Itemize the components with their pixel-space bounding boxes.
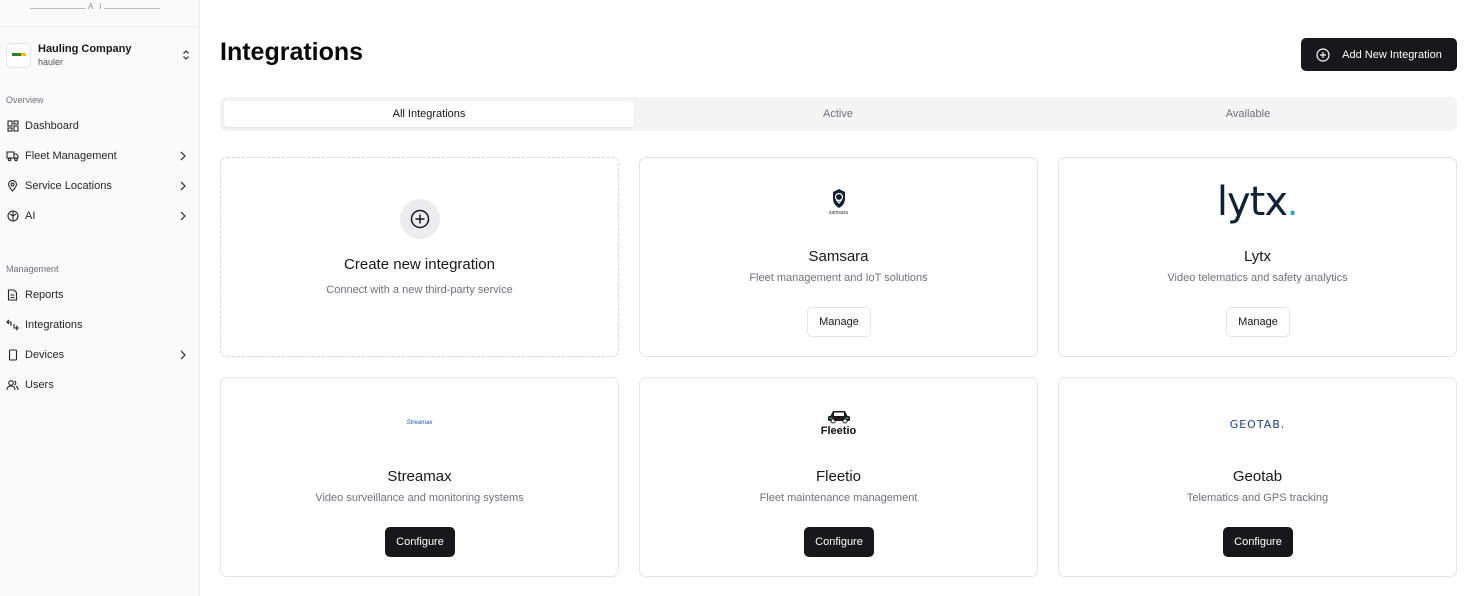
company-avatar	[6, 42, 31, 68]
company-subtitle: hauler	[38, 56, 64, 67]
create-integration-description: Connect with a new third-party service	[326, 284, 513, 296]
sidebar-item-label: AI	[25, 210, 36, 222]
sidebar-item-label: Dashboard	[25, 120, 79, 132]
geotab-logo-text: GEOTAB.	[1229, 418, 1286, 431]
integration-description: Fleet management and IoT solutions	[749, 272, 928, 284]
integration-name: Lytx	[1244, 248, 1271, 265]
sidebar-item-service-locations[interactable]: Service Locations	[6, 175, 188, 197]
fleetio-logo-text: Fleetio	[820, 425, 857, 437]
app-logo[interactable]: A I	[30, 0, 160, 12]
sidebar: A I Hauling Company hauler Overview Dash…	[0, 0, 200, 596]
integration-card-geotab: GEOTAB. Geotab Telematics and GPS tracki…	[1058, 377, 1457, 577]
dashboard-icon	[6, 120, 19, 133]
lytx-logo: lytx.	[1059, 182, 1456, 222]
add-new-integration-label: Add New Integration	[1342, 48, 1442, 61]
section-label-management: Management	[6, 264, 59, 274]
device-icon	[6, 349, 19, 362]
sidebar-item-dashboard[interactable]: Dashboard	[6, 115, 188, 137]
manage-button[interactable]: Manage	[1226, 307, 1290, 337]
tab-all-integrations[interactable]: All Integrations	[224, 101, 634, 127]
sidebar-divider	[0, 26, 200, 27]
truck-icon	[6, 150, 19, 163]
tab-available[interactable]: Available	[1043, 101, 1453, 127]
integrations-icon	[6, 319, 19, 332]
ai-icon	[6, 210, 19, 223]
sidebar-item-reports[interactable]: Reports	[6, 284, 188, 306]
integration-name: Geotab	[1232, 468, 1283, 485]
create-integration-title: Create new integration	[344, 256, 495, 273]
integration-description: Fleet maintenance management	[759, 492, 918, 504]
logo-line-left	[30, 8, 86, 9]
users-icon	[6, 379, 19, 392]
streamax-logo: Streamax	[221, 420, 618, 426]
configure-button[interactable]: Configure	[1223, 527, 1293, 557]
configure-button[interactable]: Configure	[385, 527, 455, 557]
sidebar-item-ai[interactable]: AI	[6, 205, 188, 227]
geotab-logo: GEOTAB.	[1059, 418, 1456, 431]
lytx-logo-dot: .	[1287, 180, 1299, 224]
streamax-logo-text: Streamax	[406, 420, 433, 426]
chevron-right-icon	[178, 151, 188, 161]
integration-name: Samsara	[808, 248, 869, 265]
sidebar-item-integrations[interactable]: Integrations	[6, 314, 188, 336]
map-pin-icon	[6, 180, 19, 193]
sidebar-item-label: Integrations	[25, 319, 83, 331]
samsara-logo-text: samsara	[828, 210, 849, 216]
sidebar-item-label: Service Locations	[25, 180, 112, 192]
manage-button[interactable]: Manage	[807, 307, 871, 337]
page-title: Integrations	[220, 38, 364, 66]
chevron-right-icon	[178, 181, 188, 191]
integration-card-lytx: lytx. Lytx Video telematics and safety a…	[1058, 157, 1457, 357]
integration-card-fleetio: Fleetio Fleetio Fleet maintenance manage…	[639, 377, 1038, 577]
samsara-logo: samsara	[640, 188, 1037, 216]
tab-active[interactable]: Active	[633, 101, 1043, 127]
sidebar-item-devices[interactable]: Devices	[6, 344, 188, 366]
chevron-right-icon	[178, 211, 188, 221]
sidebar-item-label: Devices	[25, 349, 65, 361]
integration-card-samsara: samsara Samsara Fleet management and IoT…	[639, 157, 1038, 357]
add-new-integration-button[interactable]: Add New Integration	[1301, 38, 1457, 71]
integration-description: Video surveillance and monitoring system…	[315, 492, 524, 504]
integration-name: Fleetio	[815, 468, 862, 485]
sidebar-item-label: Reports	[25, 289, 64, 301]
sidebar-item-fleet-management[interactable]: Fleet Management	[6, 145, 188, 167]
lytx-logo-text: lytx	[1216, 179, 1288, 225]
integration-description: Video telematics and safety analytics	[1167, 272, 1348, 284]
integration-name: Streamax	[387, 468, 452, 485]
company-name: Hauling Company	[38, 42, 132, 55]
chevron-right-icon	[178, 350, 188, 360]
configure-button[interactable]: Configure	[804, 527, 874, 557]
plus-circle-icon	[400, 199, 440, 239]
chevron-up-down-icon	[180, 48, 192, 62]
logo-mark: A I	[88, 2, 104, 11]
integration-tabs: All Integrations Active Available	[220, 97, 1457, 131]
plus-circle-icon	[1316, 47, 1330, 62]
sidebar-item-users[interactable]: Users	[6, 374, 188, 396]
create-integration-card[interactable]: Create new integration Connect with a ne…	[220, 157, 619, 357]
fleetio-logo: Fleetio	[640, 408, 1037, 437]
integration-card-streamax: Streamax Streamax Video surveillance and…	[220, 377, 619, 577]
integration-description: Telematics and GPS tracking	[1186, 492, 1329, 504]
section-label-overview: Overview	[6, 95, 44, 105]
company-switcher[interactable]: Hauling Company hauler	[6, 40, 192, 70]
logo-line-right	[104, 8, 160, 9]
sidebar-item-label: Users	[25, 379, 54, 391]
file-icon	[6, 289, 19, 302]
sidebar-item-label: Fleet Management	[25, 150, 117, 162]
